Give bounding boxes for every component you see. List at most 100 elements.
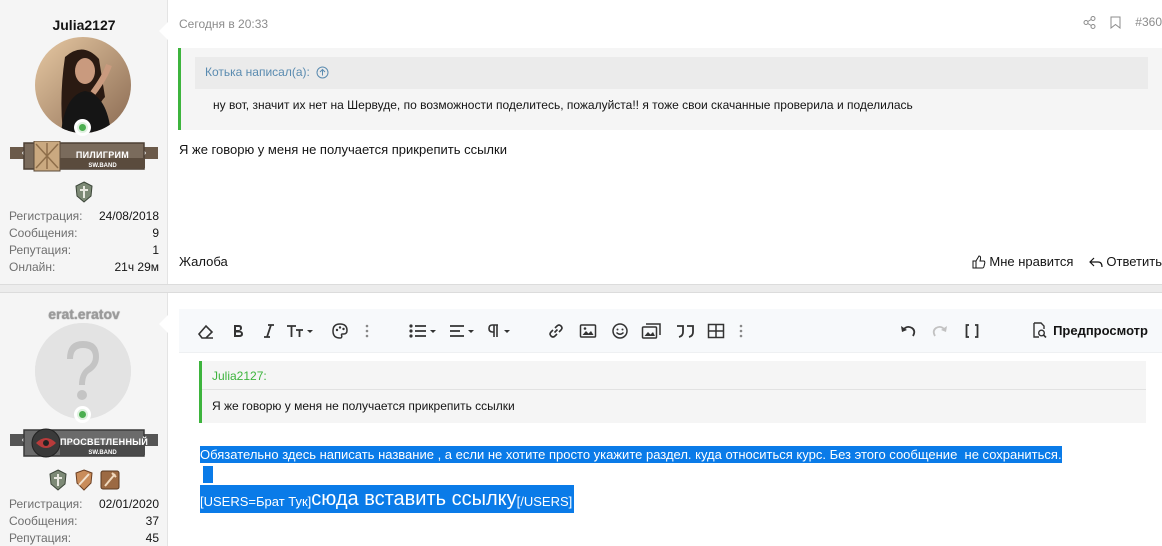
users-tag-close: [/USERS] bbox=[516, 494, 573, 509]
clear-formatting-button[interactable] bbox=[197, 321, 215, 341]
text-size-button[interactable] bbox=[286, 321, 316, 341]
bookmark-icon[interactable] bbox=[1110, 16, 1121, 29]
quote-separator bbox=[202, 389, 1146, 390]
trophy-badges bbox=[0, 181, 168, 203]
selected-text-line: Обязательно здесь написать название , а … bbox=[200, 446, 1062, 463]
sword-shield-badge-icon[interactable] bbox=[74, 469, 94, 491]
stat-reputation: Репутация: 1 bbox=[9, 243, 159, 257]
bulleted-list-icon bbox=[409, 324, 436, 338]
eraser-icon bbox=[197, 324, 214, 339]
rich-text-editor[interactable]: Предпросмотр Julia2127: Я же говорю у ме… bbox=[179, 309, 1162, 546]
undo-button[interactable] bbox=[899, 321, 917, 341]
preview-search-icon bbox=[1033, 322, 1047, 338]
paragraph-icon bbox=[488, 324, 510, 337]
post-number[interactable]: #360 bbox=[1135, 15, 1162, 29]
redo-button[interactable] bbox=[931, 321, 949, 341]
share-icon[interactable] bbox=[1083, 15, 1096, 29]
bold-button[interactable] bbox=[231, 321, 245, 341]
stat-messages: Сообщения: 37 bbox=[9, 514, 159, 528]
vertical-dots-icon bbox=[739, 324, 743, 338]
arrow-up-circle-icon[interactable] bbox=[316, 66, 329, 79]
message-text: Я же говорю у меня не получается прикреп… bbox=[179, 142, 507, 157]
reply-button[interactable]: Ответить bbox=[1089, 254, 1162, 269]
editor-quote-author: Julia2127: bbox=[212, 369, 267, 383]
axe-badge-icon[interactable] bbox=[100, 469, 120, 491]
insert-image-button[interactable] bbox=[579, 321, 597, 341]
rank-title: ПРОСВЕТЛЕННЫЙ bbox=[60, 437, 149, 447]
post-date[interactable]: Сегодня в 20:33 bbox=[179, 17, 268, 31]
insert-link-button[interactable] bbox=[547, 321, 565, 341]
online-indicator bbox=[74, 119, 91, 136]
posts-divider bbox=[0, 284, 1162, 293]
paragraph-button[interactable] bbox=[487, 321, 517, 341]
preview-button[interactable]: Предпросмотр bbox=[1031, 322, 1148, 338]
stat-registration: Регистрация: 24/08/2018 bbox=[9, 209, 159, 223]
quote-block: Котька написал(а): ну вот, значит их нет… bbox=[178, 48, 1162, 130]
quote-header-bg bbox=[195, 57, 1148, 89]
list-button[interactable] bbox=[409, 321, 439, 341]
post-actions: Мне нравится Ответить bbox=[972, 254, 1162, 269]
insert-media-button[interactable] bbox=[641, 321, 663, 341]
insert-quote-button[interactable] bbox=[675, 321, 695, 341]
quote-icon bbox=[677, 325, 694, 338]
post-2-reply: erat.eratov ПРОСВЕТЛЕННЫЙ SW.BAND Регист… bbox=[0, 293, 1162, 546]
shield-badge-icon[interactable] bbox=[48, 469, 68, 491]
more-insert-options-button[interactable] bbox=[739, 321, 743, 341]
redo-icon bbox=[932, 325, 947, 337]
shield-badge-icon[interactable] bbox=[74, 181, 94, 203]
rank-subtitle: SW.BAND bbox=[88, 450, 117, 456]
reply-area: Предпросмотр Julia2127: Я же говорю у ме… bbox=[168, 293, 1162, 546]
insert-table-button[interactable] bbox=[707, 321, 725, 341]
brackets-icon bbox=[965, 324, 979, 338]
user-info-panel: Julia2127 ПИЛИГРИМ SW.BAND Регистрация: … bbox=[0, 0, 168, 284]
stat-reputation: Репутация: 45 bbox=[9, 531, 159, 545]
trophy-badges bbox=[0, 469, 168, 491]
palette-icon bbox=[332, 323, 348, 339]
quote-text: ну вот, значит их нет на Шервуде, по воз… bbox=[213, 98, 913, 112]
rank-banner: ПРОСВЕТЛЕННЫЙ SW.BAND bbox=[10, 428, 158, 462]
align-left-icon bbox=[450, 325, 474, 337]
selected-empty-line bbox=[203, 466, 213, 483]
editor-quote-text: Я же говорю у меня не получается прикреп… bbox=[212, 399, 515, 413]
avatar-placeholder[interactable] bbox=[35, 323, 131, 419]
users-tag-open: [USERS=Брат Тук] bbox=[200, 494, 312, 509]
online-indicator bbox=[74, 406, 91, 423]
smiley-icon bbox=[612, 323, 628, 339]
post-meta-actions: #360 bbox=[1083, 15, 1162, 29]
link-placeholder-text: сюда вставить ссылку bbox=[311, 488, 517, 510]
report-link[interactable]: Жалоба bbox=[179, 254, 228, 269]
stat-messages: Сообщения: 9 bbox=[9, 226, 159, 240]
insert-smiley-button[interactable] bbox=[611, 321, 629, 341]
selected-users-tag-line: [USERS=Брат Тук] сюда вставить ссылку [/US… bbox=[200, 485, 575, 513]
rank-subtitle: SW.BAND bbox=[88, 163, 117, 169]
undo-icon bbox=[901, 325, 916, 337]
align-button[interactable] bbox=[449, 321, 479, 341]
italic-button[interactable] bbox=[263, 321, 275, 341]
username[interactable]: erat.eratov bbox=[0, 306, 168, 322]
image-icon bbox=[579, 324, 597, 338]
rank-title: ПИЛИГРИМ bbox=[75, 150, 130, 160]
more-options-button[interactable] bbox=[365, 321, 369, 341]
thumbs-up-icon bbox=[972, 254, 986, 268]
user-info-panel: erat.eratov ПРОСВЕТЛЕННЫЙ SW.BAND Регист… bbox=[0, 293, 168, 546]
reply-icon bbox=[1089, 257, 1104, 267]
link-icon bbox=[549, 324, 563, 338]
user-stats: Регистрация: 02/01/2020 Сообщения: 37 Репу… bbox=[9, 496, 159, 546]
quote-header[interactable]: Котька написал(а): bbox=[205, 65, 329, 79]
bbcode-toggle-button[interactable] bbox=[965, 321, 979, 341]
italic-icon bbox=[264, 324, 274, 338]
like-button[interactable]: Мне нравится bbox=[972, 254, 1073, 269]
editor-toolbar: Предпросмотр bbox=[179, 309, 1162, 353]
text-color-button[interactable] bbox=[331, 321, 349, 341]
message-body: Сегодня в 20:33 #360 Котька написал(а): … bbox=[168, 0, 1162, 284]
quote-author[interactable]: Котька написал(а): bbox=[205, 65, 310, 79]
table-icon bbox=[707, 323, 725, 339]
text-size-icon bbox=[287, 325, 313, 337]
username[interactable]: Julia2127 bbox=[0, 17, 168, 33]
post-1: Julia2127 ПИЛИГРИМ SW.BAND Регистрация: … bbox=[0, 0, 1162, 284]
media-icon bbox=[641, 323, 661, 339]
rank-banner: ПИЛИГРИМ SW.BAND bbox=[10, 141, 158, 175]
editor-quote-block[interactable]: Julia2127: Я же говорю у меня не получае… bbox=[199, 361, 1146, 423]
stat-online: Онлайн: 21ч 29м bbox=[9, 260, 159, 274]
vertical-dots-icon bbox=[365, 324, 369, 338]
